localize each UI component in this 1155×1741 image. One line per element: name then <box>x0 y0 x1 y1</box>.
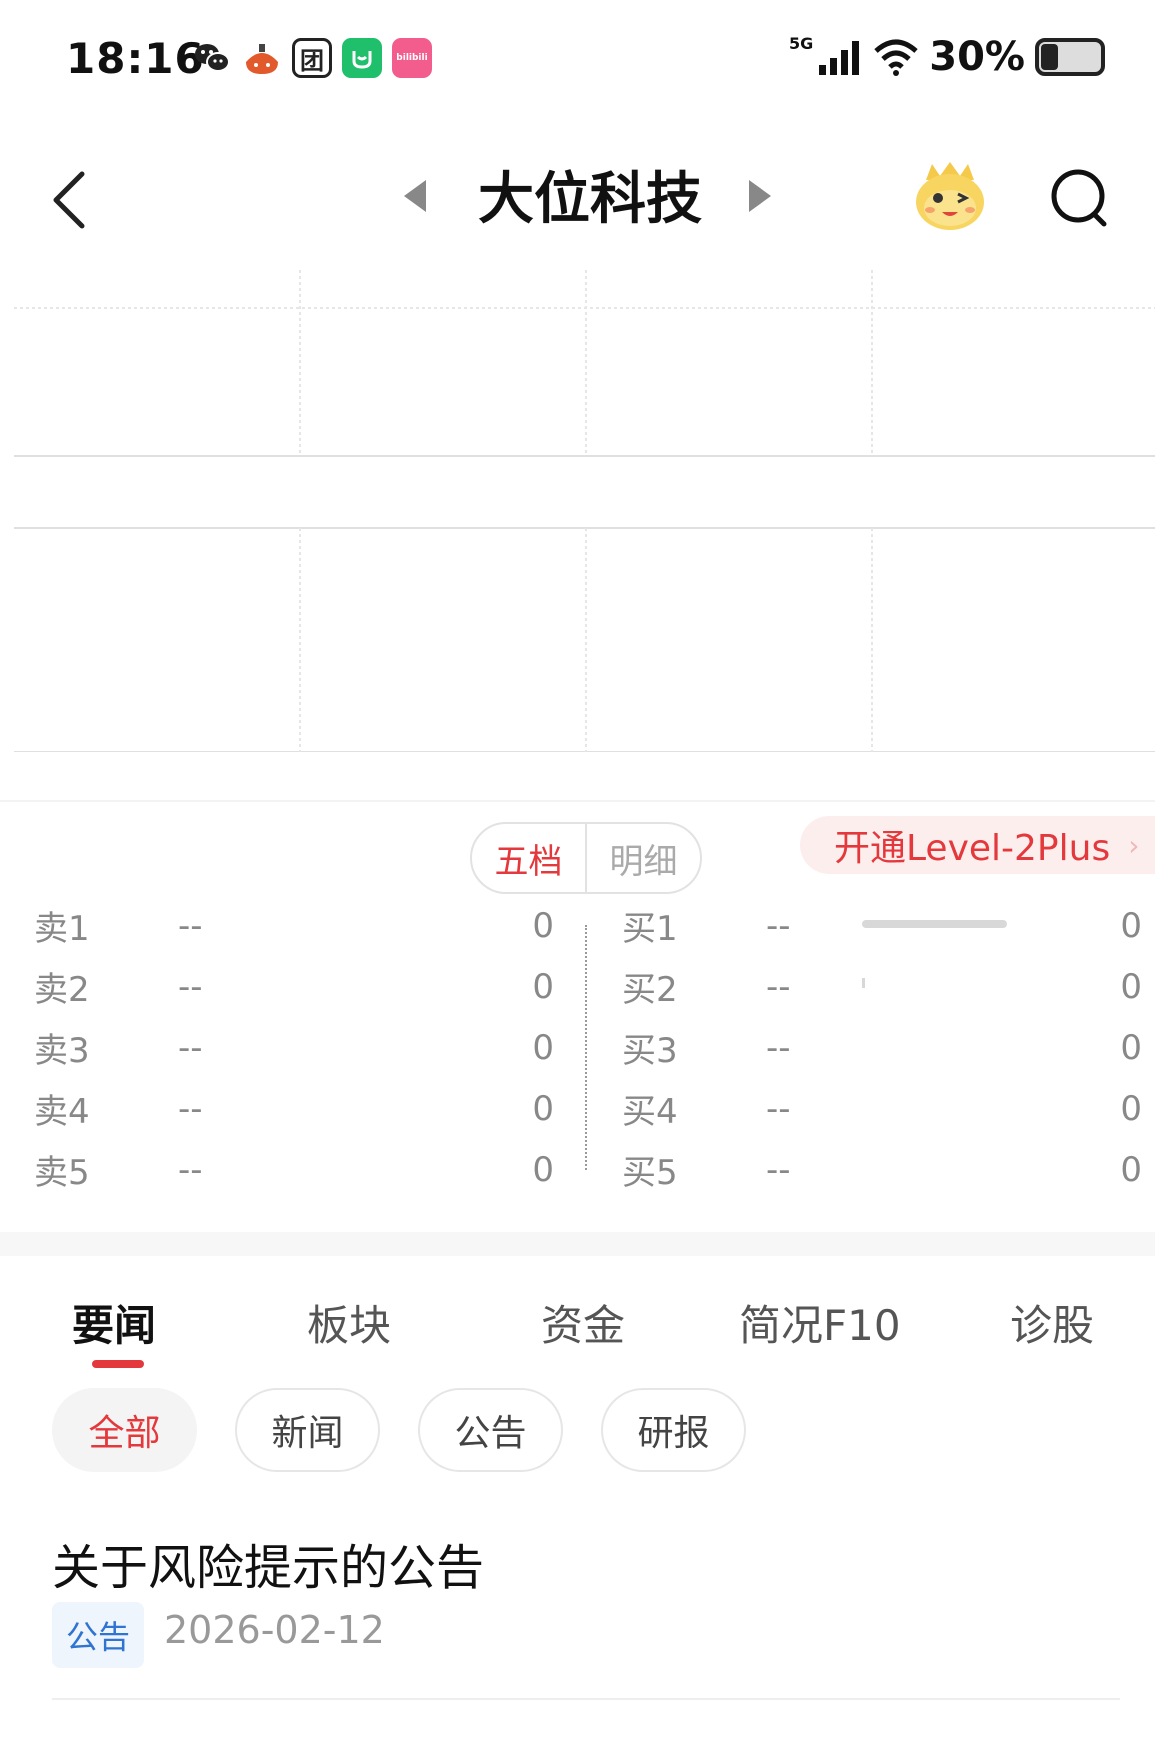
tab-five-levels[interactable]: 五档 <box>472 824 585 892</box>
buy-level-volume: 0 <box>1120 905 1142 946</box>
title-wrap: 大位科技 <box>390 134 790 254</box>
buy-depth-tick <box>862 978 865 988</box>
network-type: 5G <box>788 33 814 53</box>
news-tag: 公告 <box>52 1602 145 1668</box>
buy-depth-bar <box>862 920 1007 928</box>
wechat-icon <box>192 38 232 78</box>
chip-research[interactable]: 研报 <box>601 1388 746 1472</box>
chip-announcements[interactable]: 公告 <box>418 1388 563 1472</box>
system-status: 5G 30% <box>789 34 1105 80</box>
buy-level-price: -- <box>766 1027 791 1068</box>
header: 大位科技 <box>0 110 1155 280</box>
chevron-left-icon <box>53 171 85 229</box>
buy-level-price: -- <box>766 905 791 946</box>
active-tab-indicator <box>92 1360 144 1368</box>
triangle-right-icon <box>749 180 771 212</box>
status-bar: 18:16 团 bilibili 5G 30% <box>0 0 1155 110</box>
buy-level-price: -- <box>766 1088 791 1129</box>
buy-level-row: 买4 -- 0 <box>0 1078 1155 1139</box>
next-stock-button[interactable] <box>745 176 775 216</box>
chevron-right-icon: › <box>1128 828 1140 862</box>
cell-signal-icon <box>819 41 860 75</box>
chart-grid <box>14 270 1155 753</box>
tab-profile-f10[interactable]: 简况F10 <box>739 1292 901 1353</box>
green-app-icon <box>342 38 382 78</box>
level2-label: 开通Level-2Plus <box>834 828 1111 869</box>
content-tabs: 要闻 板块 资金 简况F10 诊股 <box>0 1256 1155 1376</box>
buy-level-volume: 0 <box>1120 1149 1142 1190</box>
fruit-app-icon <box>242 38 282 78</box>
bilibili-icon: bilibili <box>392 38 432 78</box>
search-icon <box>1051 169 1107 227</box>
mascot-icon <box>916 162 984 230</box>
buy-level-label: 买4 <box>622 1092 678 1132</box>
orderbook-mode-toggle: 五档 明细 <box>470 822 702 894</box>
tab-diagnosis[interactable]: 诊股 <box>1010 1292 1094 1353</box>
buy-level-label: 买5 <box>622 1153 678 1193</box>
orderbook-header: 五档 明细 开通Level-2Plus › <box>0 800 1155 900</box>
mascot-button[interactable] <box>908 154 992 238</box>
price-chart[interactable] <box>14 270 1155 753</box>
wifi-icon <box>874 39 918 76</box>
buy-level-volume: 0 <box>1120 966 1142 1007</box>
back-button[interactable] <box>44 160 94 240</box>
tab-sectors[interactable]: 板块 <box>307 1292 391 1353</box>
buy-level-row: 买2 -- 0 <box>0 956 1155 1017</box>
news-filter-chips: 全部 新闻 公告 研报 <box>0 1388 1155 1478</box>
chip-news[interactable]: 新闻 <box>235 1388 380 1472</box>
buy-level-row: 买3 -- 0 <box>0 1017 1155 1078</box>
buy-level-row: 买5 -- 0 <box>0 1139 1155 1200</box>
battery-icon <box>1035 38 1105 76</box>
buy-level-label: 买1 <box>622 909 678 949</box>
battery-percent: 30% <box>929 34 1025 80</box>
news-date: 2026-02-12 <box>164 1608 385 1652</box>
status-time: 18:16 <box>66 34 205 83</box>
chip-all[interactable]: 全部 <box>52 1388 197 1472</box>
tab-funds[interactable]: 资金 <box>541 1292 625 1353</box>
level2-upgrade-button[interactable]: 开通Level-2Plus › <box>800 816 1155 874</box>
buy-level-volume: 0 <box>1120 1088 1142 1129</box>
search-button[interactable] <box>1048 164 1112 234</box>
orderbook-divider <box>585 925 587 1170</box>
tab-details[interactable]: 明细 <box>585 824 700 892</box>
buy-level-volume: 0 <box>1120 1027 1142 1068</box>
section-divider <box>0 1232 1155 1256</box>
tab-headlines[interactable]: 要闻 <box>72 1292 156 1353</box>
buy-level-label: 买3 <box>622 1031 678 1071</box>
buy-level-label: 买2 <box>622 970 678 1010</box>
news-title: 关于风险提示的公告 <box>52 1540 485 1596</box>
buy-level-price: -- <box>766 966 791 1007</box>
page-title: 大位科技 <box>478 166 702 232</box>
buy-level-price: -- <box>766 1149 791 1190</box>
list-item[interactable]: 关于风险提示的公告 公告 2026-02-12 <box>52 1520 1120 1700</box>
notification-icons: 团 bilibili <box>192 38 432 78</box>
tuan-app-icon: 团 <box>292 38 332 78</box>
